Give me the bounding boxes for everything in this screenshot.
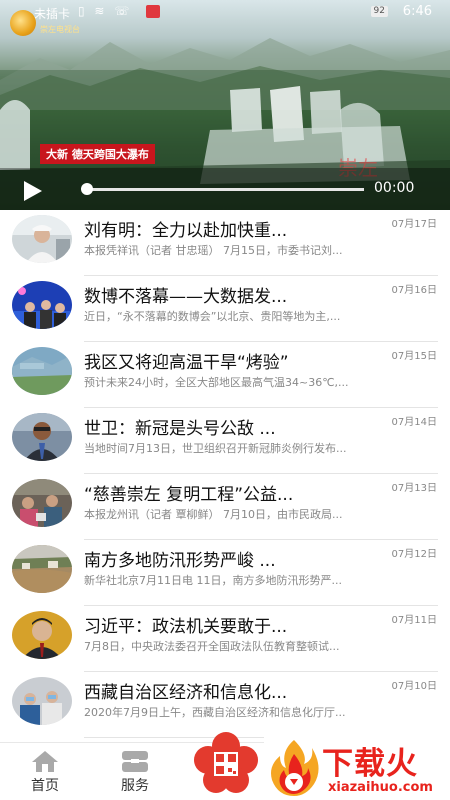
news-date: 07月11日	[391, 615, 437, 626]
services-icon	[122, 751, 148, 772]
news-thumbnail	[12, 545, 72, 593]
app-screen: 未插卡 ▯ ≋ ☏ 92 6:46 崇左电视台 大新 德天跨国大瀑布 崇左 00…	[0, 0, 450, 800]
news-title: 数博不落幕——大数据发...	[84, 287, 288, 307]
flame-logo-icon	[271, 740, 319, 796]
play-icon[interactable]	[24, 181, 42, 201]
home-icon	[32, 751, 58, 772]
news-thumbnail	[12, 611, 72, 659]
download-site-badge: 下载火 xiazaihuo.com	[264, 736, 450, 800]
video-caption: 大新 德天跨国大瀑布	[40, 144, 155, 164]
tv-station-logo-icon	[10, 10, 36, 36]
scan-qr-icon[interactable]	[190, 730, 262, 800]
news-item[interactable]: 世卫：新冠是头号公敌 ... 07月14日 当地时间7月13日，世卫组织召开新冠…	[0, 408, 450, 474]
download-site-title: 下载火	[322, 746, 418, 782]
news-item[interactable]: 我区又将迎高温干旱“烤验” 07月15日 预计未来24小时，全区大部地区最高气温…	[0, 342, 450, 408]
news-summary: 7月8日，中央政法委召开全国政法队伍教育整顿试...	[84, 640, 340, 653]
news-summary: 近日，“永不落幕的数博会”以北京、贵阳等地为主,...	[84, 310, 341, 323]
news-title: 西藏自治区经济和信息化...	[84, 683, 288, 703]
news-date: 07月17日	[391, 219, 437, 230]
nav-services[interactable]: 服务	[100, 743, 170, 800]
news-summary: 2020年7月9日上午，西藏自治区经济和信息化厅厅...	[84, 706, 346, 719]
nav-home-label: 首页	[31, 778, 59, 794]
news-summary: 本报龙州讯（记者 覃柳鲜） 7月10日，由市民政局...	[84, 508, 343, 521]
news-title: “慈善崇左 复明工程”公益...	[84, 485, 294, 505]
news-title: 习近平：政法机关要敢于...	[84, 617, 288, 637]
progress-track[interactable]	[86, 188, 364, 191]
news-date: 07月12日	[391, 549, 437, 560]
download-site-url: xiazaihuo.com	[328, 780, 433, 795]
news-date: 07月15日	[391, 351, 437, 362]
news-thumbnail	[12, 281, 72, 329]
news-summary: 新华社北京7月11日电 11日，南方多地防汛形势严...	[84, 574, 342, 587]
news-summary: 当地时间7月13日，世卫组织召开新冠肺炎例行发布...	[84, 442, 347, 455]
news-date: 07月13日	[391, 483, 437, 494]
progress-knob[interactable]	[81, 183, 93, 195]
clock: 6:46	[402, 4, 432, 19]
news-item[interactable]: 数博不落幕——大数据发... 07月16日 近日，“永不落幕的数博会”以北京、贵…	[0, 276, 450, 342]
news-item[interactable]: 南方多地防汛形势严峻 ... 07月12日 新华社北京7月11日电 11日，南方…	[0, 540, 450, 606]
news-title: 世卫：新冠是头号公敌 ...	[84, 419, 276, 439]
video-time: 00:00	[374, 180, 415, 196]
mic-icon	[146, 5, 160, 18]
news-date: 07月14日	[391, 417, 437, 428]
news-title: 我区又将迎高温干旱“烤验”	[84, 353, 289, 373]
news-summary: 预计未来24小时，全区大部地区最高气温34~36℃,...	[84, 376, 349, 389]
news-item[interactable]: “慈善崇左 复明工程”公益... 07月13日 本报龙州讯（记者 覃柳鲜） 7月…	[0, 474, 450, 540]
nav-services-label: 服务	[121, 778, 149, 794]
news-title: 南方多地防汛形势严峻 ...	[84, 551, 276, 571]
news-date: 07月10日	[391, 681, 437, 692]
news-item[interactable]: 刘有明：全力以赴加快重... 07月17日 本报凭祥讯（记者 甘忠瑶） 7月15…	[0, 210, 450, 276]
battery-icon: 92	[370, 6, 388, 17]
nav-home[interactable]: 首页	[10, 743, 80, 800]
news-title: 刘有明：全力以赴加快重...	[84, 221, 288, 241]
news-thumbnail	[12, 413, 72, 461]
status-icons: ▯ ≋ ☏	[78, 4, 133, 18]
news-date: 07月16日	[391, 285, 437, 296]
news-thumbnail	[12, 347, 72, 395]
tv-station-name: 崇左电视台	[40, 25, 80, 34]
status-bar: 未插卡 ▯ ≋ ☏ 92 6:46	[0, 0, 450, 24]
news-thumbnail	[12, 677, 72, 725]
news-thumbnail	[12, 215, 72, 263]
news-summary: 本报凭祥讯（记者 甘忠瑶） 7月15日，市委书记刘...	[84, 244, 343, 257]
news-item[interactable]: 习近平：政法机关要敢于... 07月11日 7月8日，中央政法委召开全国政法队伍…	[0, 606, 450, 672]
video-controls: 00:00	[0, 168, 450, 210]
news-item[interactable]: 西藏自治区经济和信息化... 07月10日 2020年7月9日上午，西藏自治区经…	[0, 672, 450, 738]
video-player[interactable]: 未插卡 ▯ ≋ ☏ 92 6:46 崇左电视台 大新 德天跨国大瀑布 崇左 00…	[0, 0, 450, 210]
news-list: 刘有明：全力以赴加快重... 07月17日 本报凭祥讯（记者 甘忠瑶） 7月15…	[0, 210, 450, 738]
carrier-label: 未插卡	[34, 7, 71, 21]
news-thumbnail	[12, 479, 72, 527]
